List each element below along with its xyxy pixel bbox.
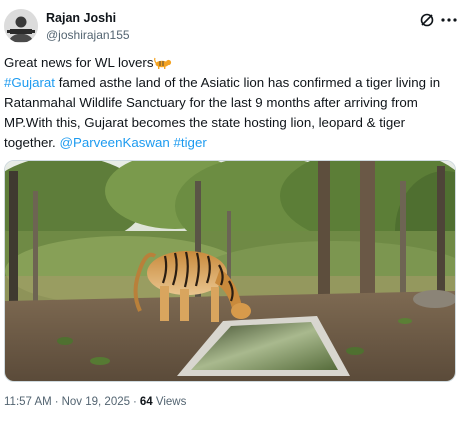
tweet-meta: 11:57 AM · Nov 19, 2025 · 64 Views <box>4 396 186 408</box>
author-handle[interactable]: @joshirajan155 <box>46 28 130 42</box>
meta-separator-2: · <box>133 396 137 408</box>
meta-separator: · <box>54 396 59 408</box>
tweet-card: Rajan Joshi @joshirajan155 Great news fo… <box>0 0 466 423</box>
mention-parveenkaswan[interactable]: @ParveenKaswan <box>59 135 169 150</box>
person-avatar-icon <box>4 9 38 43</box>
views-count: 64 <box>139 396 153 408</box>
grok-icon[interactable] <box>419 12 435 28</box>
tweet-date[interactable]: Nov 19, 2025 <box>62 396 130 408</box>
hashtag-gujarat[interactable]: #Gujarat <box>4 75 55 90</box>
camera-trap-photo-icon <box>5 161 455 381</box>
tweet-media-photo[interactable] <box>4 160 456 382</box>
more-options-icon[interactable] <box>440 12 458 28</box>
tiger-emoji-icon <box>153 57 171 69</box>
avatar[interactable] <box>4 9 38 43</box>
tweet-line1: Great news for WL lovers <box>4 55 154 70</box>
views-label: Views <box>155 396 187 408</box>
hashtag-tiger[interactable]: #tiger <box>174 135 207 150</box>
tweet-text: Great news for WL lovers #Gujarat famed … <box>4 53 454 153</box>
tweet-time[interactable]: 11:57 AM <box>4 396 52 408</box>
author-name[interactable]: Rajan Joshi <box>46 11 116 25</box>
